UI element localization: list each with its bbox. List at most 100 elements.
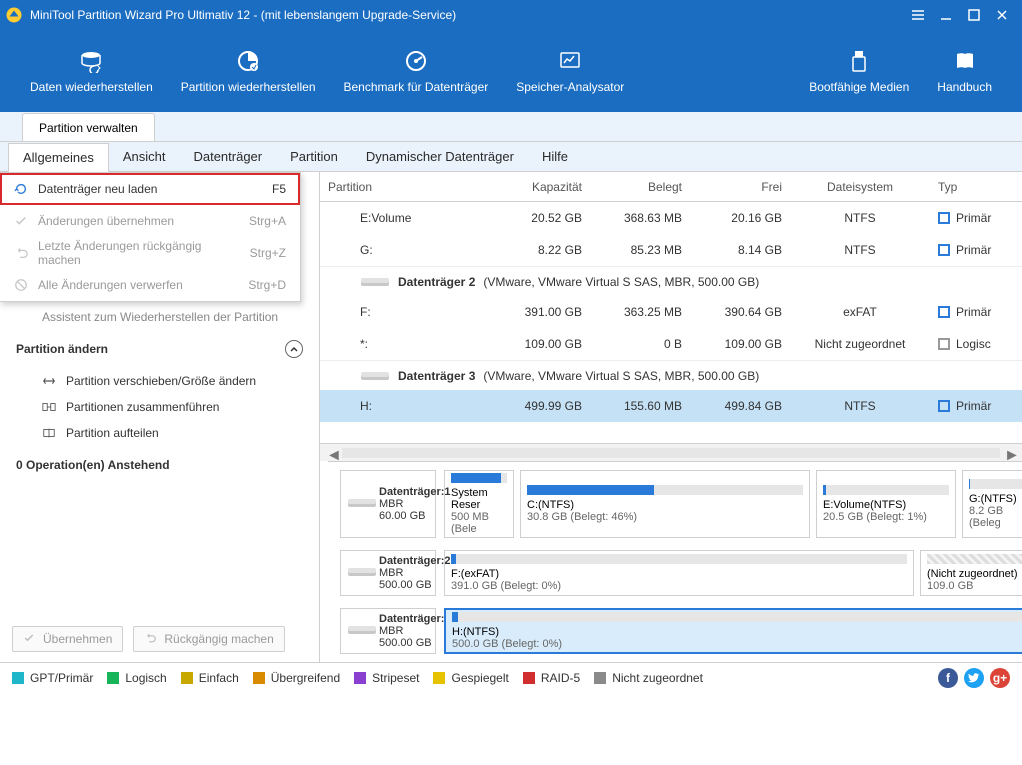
sidebar-move-resize[interactable]: Partition verschieben/Größe ändern — [0, 368, 319, 394]
diskmap-partition[interactable]: H:(NTFS)500.0 GB (Belegt: 0%) — [444, 608, 1022, 654]
legend-footer: GPT/Primär Logisch Einfach Übergreifend … — [0, 662, 1022, 692]
dropdown-discard-all[interactable]: Alle Änderungen verwerfen Strg+D — [0, 269, 300, 301]
diskmap-2: Datenträger:2MBR500.00 GBF:(exFAT)391.0 … — [340, 550, 1010, 596]
diskmap-label[interactable]: Datenträger:3MBR500.00 GB — [340, 608, 436, 654]
sidebar-wizard-item[interactable]: Assistent zum Wiederherstellen der Parti… — [0, 304, 319, 330]
general-dropdown: Datenträger neu laden F5 Änderungen über… — [0, 172, 301, 302]
toolbar-label: Partition wiederherstellen — [181, 80, 316, 94]
dropdown-reload-disk[interactable]: Datenträger neu laden F5 — [0, 173, 300, 205]
sidebar: Datenträger neu laden F5 Änderungen über… — [0, 172, 320, 662]
table-row[interactable]: F:391.00 GB363.25 MB390.64 GBexFATPrimär — [320, 296, 1022, 328]
table-row[interactable]: G:8.22 GB85.23 MB8.14 GBNTFSPrimär — [320, 234, 1022, 266]
menu-button[interactable] — [904, 1, 932, 29]
toolbar-label: Speicher-Analysator — [516, 80, 624, 94]
sidebar-merge[interactable]: Partitionen zusammenführen — [0, 394, 319, 420]
table-row[interactable]: *:109.00 GB0 B109.00 GBNicht zugeordnetL… — [320, 328, 1022, 360]
maximize-button[interactable] — [960, 1, 988, 29]
dropdown-label: Letzte Änderungen rückgängig machen — [38, 239, 240, 267]
undo-button[interactable]: Rückgängig machen — [133, 626, 284, 652]
sidebar-item-label: Partition aufteilen — [66, 426, 159, 440]
facebook-icon[interactable]: f — [938, 668, 958, 688]
button-label: Rückgängig machen — [164, 632, 273, 646]
scroll-left-icon[interactable]: ◄ — [326, 447, 338, 459]
space-analyzer-icon — [556, 48, 584, 74]
dropdown-shortcut: Strg+Z — [250, 246, 286, 260]
dropdown-shortcut: F5 — [272, 182, 286, 196]
dropdown-shortcut: Strg+A — [249, 214, 286, 228]
sidebar-item-label: Assistent zum Wiederherstellen der Parti… — [42, 310, 278, 324]
table-row[interactable]: H:499.99 GB155.60 MB499.84 GBNTFSPrimär — [320, 390, 1022, 422]
diskmap-partition[interactable]: (Nicht zugeordnet)109.0 GB — [920, 550, 1022, 596]
undo-icon — [144, 632, 158, 646]
apply-button[interactable]: Übernehmen — [12, 626, 123, 652]
menu-partition[interactable]: Partition — [276, 143, 352, 170]
recover-data-button[interactable]: Daten wiederherstellen — [16, 40, 167, 102]
col-type[interactable]: Typ — [930, 172, 1022, 201]
menu-view[interactable]: Ansicht — [109, 143, 180, 170]
menu-help[interactable]: Hilfe — [528, 143, 582, 170]
horizontal-scrollbar[interactable]: ◄ ► — [320, 443, 1022, 461]
sidebar-split[interactable]: Partition aufteilen — [0, 420, 319, 446]
diskmap-partition[interactable]: G:(NTFS)8.2 GB (Beleg — [962, 470, 1022, 538]
legend-unalloc: Nicht zugeordnet — [594, 671, 703, 685]
button-label: Übernehmen — [43, 632, 112, 646]
disk-2-header[interactable]: Datenträger 2 (VMware, VMware Virtual S … — [320, 266, 1022, 296]
twitter-icon[interactable] — [964, 668, 984, 688]
col-filesystem[interactable]: Dateisystem — [790, 172, 930, 201]
bootable-media-button[interactable]: Bootfähige Medien — [795, 40, 923, 102]
tab-strip: Partition verwalten — [0, 112, 1022, 142]
check-icon — [23, 632, 37, 646]
col-partition[interactable]: Partition — [320, 172, 490, 201]
title-bar: MiniTool Partition Wizard Pro Ultimativ … — [0, 0, 1022, 30]
close-button[interactable] — [988, 1, 1016, 29]
dropdown-undo-last[interactable]: Letzte Änderungen rückgängig machen Strg… — [0, 237, 300, 269]
disk-3-header[interactable]: Datenträger 3 (VMware, VMware Virtual S … — [320, 360, 1022, 390]
diskmap-partition[interactable]: System Reser500 MB (Bele — [444, 470, 514, 538]
partition-table-area: Partition Kapazität Belegt Frei Dateisys… — [320, 172, 1022, 662]
col-free[interactable]: Frei — [690, 172, 790, 201]
table-row[interactable]: E:Volume20.52 GB368.63 MB20.16 GBNTFSPri… — [320, 202, 1022, 234]
menu-bar: Allgemeines Ansicht Datenträger Partitio… — [0, 142, 1022, 172]
toolbar-label: Benchmark für Datenträger — [344, 80, 489, 94]
recover-data-icon — [77, 48, 105, 74]
sidebar-group-partition-change[interactable]: Partition ändern — [0, 330, 319, 368]
menu-dynamic[interactable]: Dynamischer Datenträger — [352, 143, 528, 170]
scroll-right-icon[interactable]: ► — [1004, 447, 1016, 459]
disk-icon — [347, 623, 371, 639]
col-capacity[interactable]: Kapazität — [490, 172, 590, 201]
minimize-button[interactable] — [932, 1, 960, 29]
benchmark-icon — [402, 48, 430, 74]
diskmap-label[interactable]: Datenträger:1MBR60.00 GB — [340, 470, 436, 538]
dropdown-label: Änderungen übernehmen — [38, 214, 239, 228]
benchmark-button[interactable]: Benchmark für Datenträger — [330, 40, 503, 102]
legend-simple: Einfach — [181, 671, 239, 685]
col-used[interactable]: Belegt — [590, 172, 690, 201]
dropdown-label: Datenträger neu laden — [38, 182, 262, 196]
menu-general[interactable]: Allgemeines — [8, 143, 109, 172]
diskmap-partition[interactable]: F:(exFAT)391.0 GB (Belegt: 0%) — [444, 550, 914, 596]
diskmap-partition[interactable]: E:Volume(NTFS)20.5 GB (Belegt: 1%) — [816, 470, 956, 538]
dropdown-apply-changes[interactable]: Änderungen übernehmen Strg+A — [0, 205, 300, 237]
toolbar-label: Daten wiederherstellen — [30, 80, 153, 94]
undo-icon — [14, 246, 28, 260]
googleplus-icon[interactable]: g+ — [990, 668, 1010, 688]
discard-icon — [14, 278, 28, 292]
pending-operations: 0 Operation(en) Anstehend — [0, 446, 319, 484]
diskmap-label[interactable]: Datenträger:2MBR500.00 GB — [340, 550, 436, 596]
disk-icon — [360, 369, 390, 383]
diskmap-partition[interactable]: C:(NTFS)30.8 GB (Belegt: 46%) — [520, 470, 810, 538]
legend-raid5: RAID-5 — [523, 671, 580, 685]
tab-label: Partition verwalten — [39, 121, 138, 135]
manual-button[interactable]: Handbuch — [923, 40, 1006, 102]
sidebar-item-label: Partitionen zusammenführen — [66, 400, 219, 414]
tab-manage-partition[interactable]: Partition verwalten — [22, 113, 155, 141]
menu-disk[interactable]: Datenträger — [179, 143, 276, 170]
recover-partition-button[interactable]: Partition wiederherstellen — [167, 40, 330, 102]
book-icon — [951, 48, 979, 74]
window-title: MiniTool Partition Wizard Pro Ultimativ … — [30, 8, 904, 22]
diskmap-3: Datenträger:3MBR500.00 GBH:(NTFS)500.0 G… — [340, 608, 1010, 654]
legend-mirrored: Gespiegelt — [433, 671, 508, 685]
space-analyzer-button[interactable]: Speicher-Analysator — [502, 40, 638, 102]
chevron-up-icon — [285, 340, 303, 358]
scroll-track[interactable] — [342, 448, 1000, 458]
